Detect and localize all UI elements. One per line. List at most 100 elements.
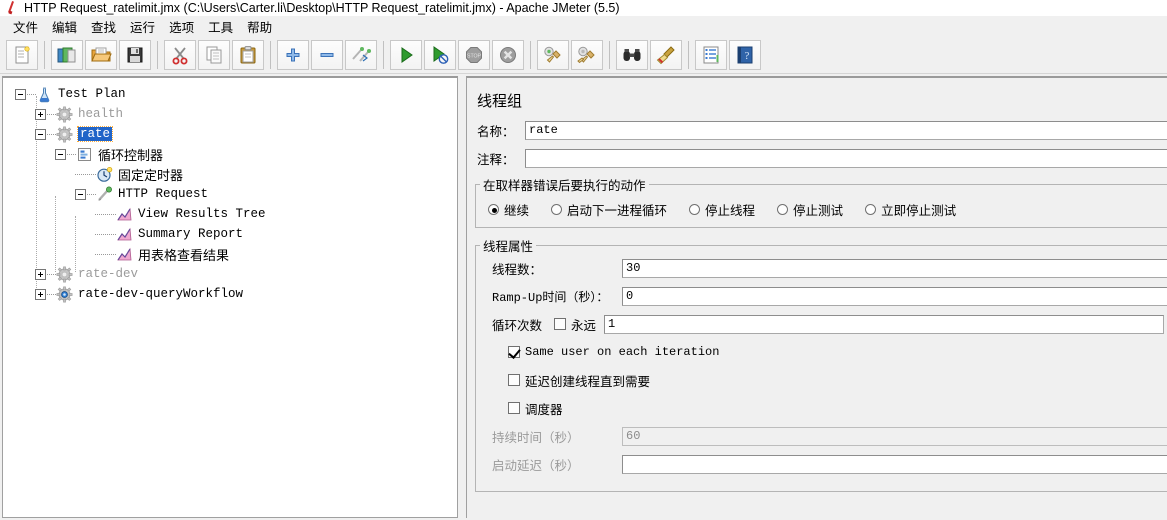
delayed-start-label: 延迟创建线程直到需要 [525,373,651,389]
delayed-start-row[interactable]: 延迟创建线程直到需要 [476,369,1167,391]
split-divider[interactable] [458,74,464,520]
start-play-icon[interactable] [390,39,422,70]
clear-all-icon[interactable] [571,39,603,70]
clear-icon[interactable] [537,39,569,70]
name-input[interactable]: rate [525,120,1167,140]
function-helper-icon[interactable] [695,39,727,70]
collapse-handle-icon[interactable] [75,188,86,200]
forever-checkbox[interactable] [554,318,566,330]
expand-handle-icon[interactable] [35,268,46,280]
test-plan-tree[interactable]: Test Plan health rate 循环控制器 固定定时器 HTTP R… [3,78,457,304]
expand-plus-icon[interactable] [277,39,309,70]
loop-count-input[interactable]: 1 [604,314,1165,334]
search-binoculars-icon[interactable] [616,39,648,70]
new-document-icon[interactable] [6,39,38,70]
radio-start-next-loop[interactable] [551,204,563,215]
shutdown-icon[interactable] [492,39,524,70]
jmeter-window: HTTP Request_ratelimit.jmx (C:\Users\Car… [0,0,1167,520]
scheduler-label: 调度器 [525,401,563,417]
radio-continue-label: 继续 [504,203,530,218]
radio-stop-test[interactable] [777,204,789,215]
expand-handle-icon[interactable] [35,108,46,120]
tree-node-test-plan[interactable]: Test Plan [9,84,457,104]
radio-start-next-loop-label: 启动下一进程循环 [567,203,668,218]
on-sampler-error-legend: 在取样器错误后要执行的动作 [483,178,646,193]
pipette-icon [4,1,18,15]
tree-node-view-results-in-table[interactable]: 用表格查看结果 [9,244,457,264]
collapse-minus-icon[interactable] [311,39,343,70]
tree-node-rate-dev-queryworkflow[interactable]: rate-dev-queryWorkflow [9,284,457,304]
radio-stop-thread[interactable] [689,204,701,215]
tree-connector [95,213,116,215]
paste-clipboard-icon[interactable] [232,39,264,70]
toolbar-separator [609,40,610,69]
forever-label: 永远 [571,317,597,333]
duration-row: 持续时间（秒） 60 [476,425,1167,447]
num-threads-row: 线程数： 30 [476,257,1167,279]
open-folder-icon[interactable] [85,39,117,70]
startup-delay-input[interactable] [622,454,1167,474]
radio-stop-test-now[interactable] [865,204,877,215]
tree-node-rate-dev[interactable]: rate-dev [9,264,457,284]
tree-node-rate[interactable]: rate [9,124,457,144]
radio-continue[interactable] [488,204,499,215]
tree-node-label: 固定定时器 [118,168,184,184]
tree-node-label: Summary Report [138,227,244,241]
radio-stop-test-now-label: 立即停止测试 [881,203,957,218]
scheduler-row[interactable]: 调度器 [476,397,1167,419]
same-user-checkbox[interactable] [508,346,520,358]
menu-help[interactable]: 帮助 [240,16,279,37]
delayed-start-checkbox[interactable] [508,374,520,386]
comment-label: 注释： [477,151,515,167]
toggle-enabled-icon[interactable] [345,39,377,70]
rampup-row: Ramp-Up时间（秒）： 0 [476,285,1167,307]
menu-options[interactable]: 选项 [162,16,201,37]
reset-search-broom-icon[interactable] [650,39,682,70]
tree-node-health[interactable]: health [9,104,457,124]
same-user-row[interactable]: Same user on each iteration [476,341,1167,363]
rampup-input[interactable]: 0 [622,286,1167,306]
collapse-handle-icon[interactable] [55,148,66,160]
toolbar: STOP ? [0,36,1167,74]
thread-group-icon [56,266,73,283]
main-split: Test Plan health rate 循环控制器 固定定时器 HTTP R… [0,74,1167,520]
menu-file[interactable]: 文件 [6,16,45,37]
collapse-handle-icon[interactable] [15,88,26,100]
loop-controller-icon [76,146,93,163]
start-no-timers-icon[interactable] [424,39,456,70]
num-threads-input[interactable]: 30 [622,258,1167,278]
comment-input[interactable] [525,148,1167,168]
tree-connector [75,173,96,175]
tree-node-constant-timer[interactable]: 固定定时器 [9,164,457,184]
name-label: 名称： [477,123,515,139]
templates-icon[interactable] [51,39,83,70]
menu-edit[interactable]: 编辑 [45,16,84,37]
tree-node-http-request[interactable]: HTTP Request [9,184,457,204]
test-plan-tree-panel[interactable]: Test Plan health rate 循环控制器 固定定时器 HTTP R… [2,76,458,518]
tree-connector [47,293,56,295]
menu-run[interactable]: 运行 [123,16,162,37]
svg-text:?: ? [745,50,750,62]
tree-node-label: Test Plan [58,87,126,101]
thread-properties-group: 线程属性 线程数： 30 Ramp-Up时间（秒）： 0 循环次数 永远 1 S… [475,236,1167,492]
save-icon[interactable] [119,39,151,70]
duration-input[interactable]: 60 [622,426,1167,446]
menu-tools[interactable]: 工具 [201,16,240,37]
tree-node-view-results-tree[interactable]: View Results Tree [9,204,457,224]
tree-node-label: HTTP Request [118,187,209,201]
toolbar-separator [383,40,384,69]
tree-connector [95,233,116,235]
tree-node-label-selected: rate [76,126,114,142]
tree-node-loop-controller[interactable]: 循环控制器 [9,144,457,164]
cut-scissors-icon[interactable] [164,39,196,70]
tree-node-summary-report[interactable]: Summary Report [9,224,457,244]
copy-icon[interactable] [198,39,230,70]
stop-icon[interactable]: STOP [458,39,490,70]
tree-connector [95,253,116,255]
collapse-handle-icon[interactable] [35,128,46,140]
forever-checkbox-wrap[interactable]: 永远 [554,315,596,334]
help-book-icon[interactable]: ? [729,39,761,70]
expand-handle-icon[interactable] [35,288,46,300]
scheduler-checkbox[interactable] [508,402,520,414]
menu-search[interactable]: 查找 [84,16,123,37]
